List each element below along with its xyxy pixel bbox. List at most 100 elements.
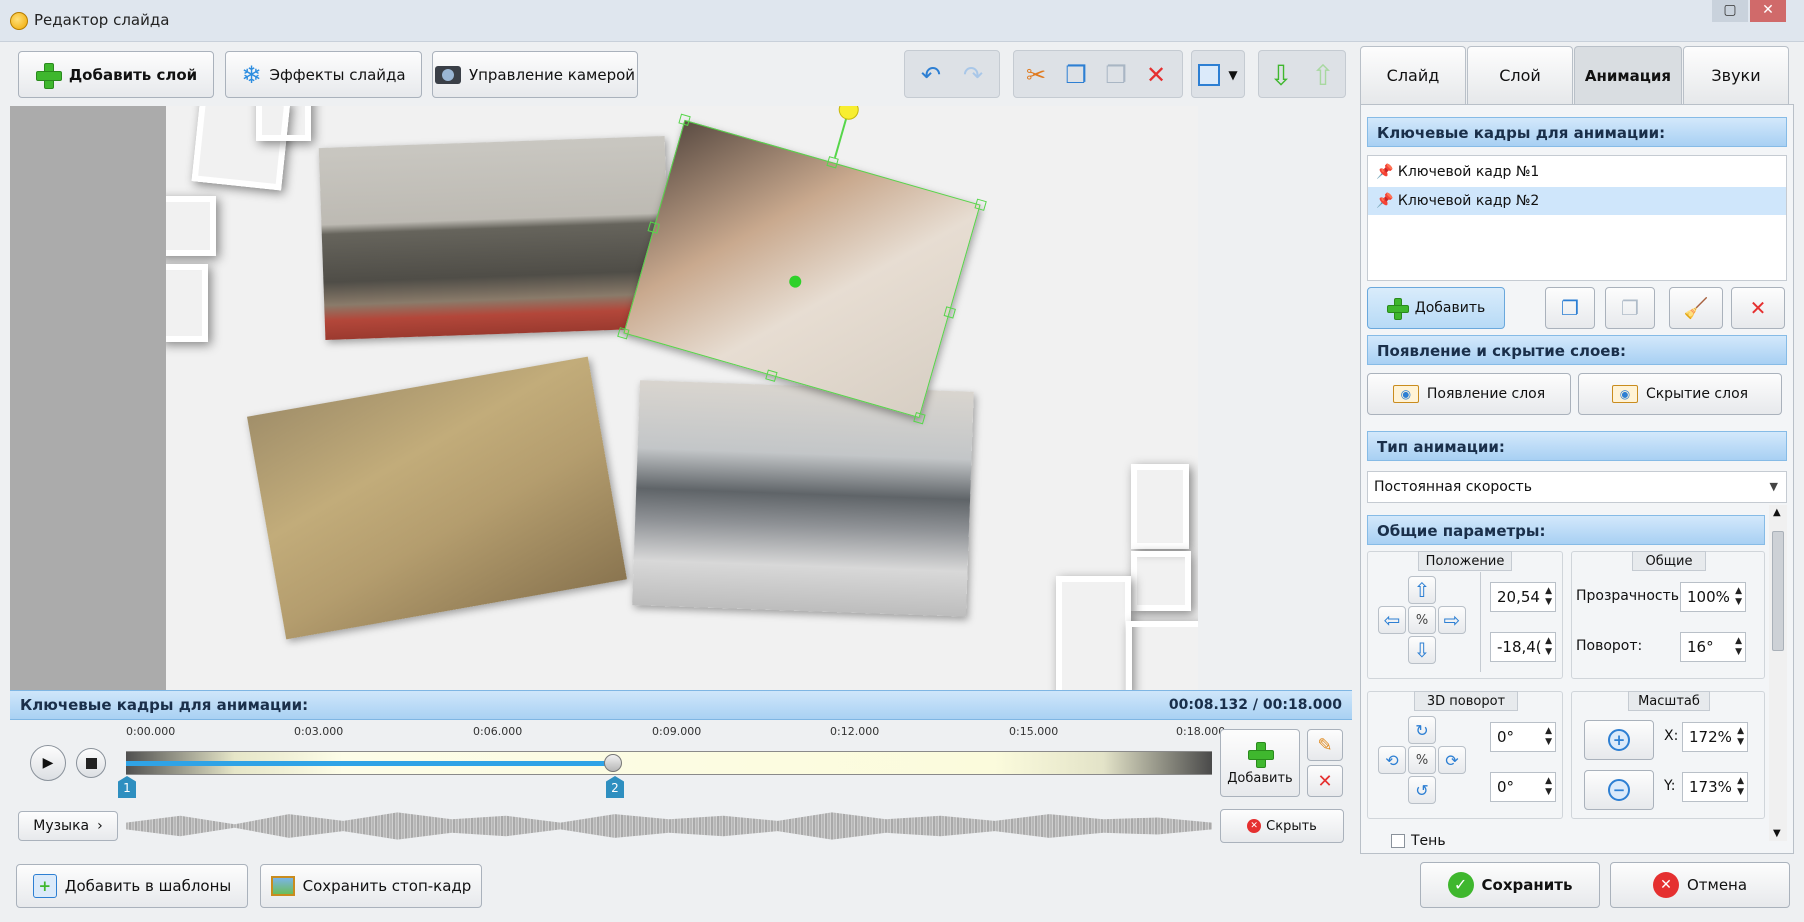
fit-screen-icon[interactable] [1194, 57, 1224, 93]
restore-button[interactable]: ▢ [1712, 0, 1748, 22]
resize-handle[interactable] [617, 327, 630, 340]
list-item[interactable]: 📌 Ключевой кадр №1 [1368, 158, 1786, 186]
opacity-label: Прозрачность: [1576, 588, 1684, 604]
add-keyframe-panel-button[interactable]: Добавить [1367, 287, 1505, 329]
hide-button[interactable]: ✕ Скрыть [1220, 809, 1344, 843]
position-y-input[interactable]: -18,4(▲ ▼ [1490, 632, 1556, 662]
rotate-x-down-icon[interactable]: ↺ [1408, 776, 1436, 804]
photo-couch[interactable] [318, 136, 672, 340]
resize-handle[interactable] [678, 113, 691, 127]
save-frame-button[interactable]: Сохранить стоп-кадр [260, 864, 482, 908]
spin-arrows-icon[interactable]: ▲ ▼ [1545, 636, 1552, 658]
delete-keyframe-button[interactable]: ✕ [1307, 765, 1343, 797]
spin-arrows-icon[interactable]: ▲ ▼ [1737, 776, 1744, 798]
rotate-3d-x-input[interactable]: 0° ▲ ▼ [1490, 722, 1556, 752]
copy-keyframe-button[interactable]: ❐ [1545, 287, 1595, 329]
cancel-button[interactable]: ✕ Отмена [1610, 862, 1790, 908]
undo-icon[interactable]: ↶ [913, 57, 949, 93]
move-down-icon[interactable]: ⇩ [1263, 57, 1299, 93]
keyframe-marker-1[interactable]: 1 [118, 776, 136, 798]
resize-handle[interactable] [765, 369, 778, 382]
play-button[interactable]: ▶ [30, 745, 66, 781]
stop-button[interactable] [76, 748, 106, 778]
canvas-area[interactable] [10, 106, 1198, 690]
camera-control-button[interactable]: Управление камерой [432, 51, 638, 98]
anim-type-select[interactable]: Постоянная скорость ▼ [1367, 471, 1787, 503]
add-keyframe-button[interactable]: Добавить [1220, 729, 1300, 797]
slide-effects-button[interactable]: ❄ Эффекты слайда [225, 51, 422, 98]
copy-icon[interactable]: ❐ [1058, 57, 1094, 93]
center-icon[interactable]: % [1408, 606, 1436, 634]
zoom-out-button[interactable]: − [1584, 770, 1654, 810]
paste-icon[interactable]: ❐ [1098, 57, 1134, 93]
selection-box[interactable] [617, 106, 987, 425]
spin-arrows-icon[interactable]: ▲ ▼ [1735, 586, 1742, 608]
opacity-input[interactable]: 100% ▲ ▼ [1680, 582, 1746, 612]
center-icon[interactable]: % [1408, 746, 1436, 774]
zoom-in-button[interactable]: + [1584, 720, 1654, 760]
tab-sounds[interactable]: Звуки [1683, 46, 1789, 104]
tab-layer[interactable]: Слой [1467, 46, 1573, 104]
spin-arrows-icon[interactable]: ▲ ▼ [1545, 586, 1552, 608]
arrow-down-icon[interactable]: ⇩ [1408, 636, 1436, 664]
layer-hide-button[interactable]: ◉ Скрытие слоя [1578, 373, 1782, 415]
redo-icon[interactable]: ↷ [955, 57, 991, 93]
chevron-down-icon: ▼ [1769, 480, 1778, 493]
delete-icon: ✕ [1749, 296, 1767, 320]
shadow-checkbox-row[interactable]: Тень [1391, 831, 1446, 851]
delete-icon[interactable]: ✕ [1138, 57, 1174, 93]
paste-keyframe-button[interactable]: ❐ [1605, 287, 1655, 329]
scroll-down-icon[interactable]: ▼ [1773, 828, 1781, 839]
rotation-input[interactable]: 16° ▲ ▼ [1680, 632, 1746, 662]
music-button[interactable]: Музыка › [18, 811, 118, 841]
keyframe-marker-2[interactable]: 2 [606, 776, 624, 798]
progress-bar [126, 761, 613, 766]
resize-handle[interactable] [943, 306, 956, 319]
position-x-input[interactable]: 20,54 ▲ ▼ [1490, 582, 1556, 612]
edit-keyframe-button[interactable]: ✎ [1307, 729, 1343, 761]
save-button[interactable]: ✓ Сохранить [1420, 862, 1600, 908]
resize-handle[interactable] [974, 198, 987, 211]
photo-family-field[interactable] [247, 356, 627, 640]
chevron-down-icon[interactable]: ▼ [1222, 57, 1244, 93]
slide-canvas[interactable] [166, 106, 1198, 690]
rotate-3d-y-input[interactable]: 0° ▲ ▼ [1490, 772, 1556, 802]
scale-x-input[interactable]: 172% ▲ ▼ [1682, 722, 1748, 752]
arrow-up-icon[interactable]: ⇧ [1408, 576, 1436, 604]
scroll-up-icon[interactable]: ▲ [1773, 507, 1781, 518]
delete-keyframe-panel-button[interactable]: ✕ [1731, 287, 1785, 329]
move-up-icon[interactable]: ⇧ [1305, 57, 1341, 93]
add-to-templates-button[interactable]: + Добавить в шаблоны [16, 864, 248, 908]
rotate-x-up-icon[interactable]: ↻ [1408, 716, 1436, 744]
layer-appear-button[interactable]: ◉ Появление слоя [1367, 373, 1571, 415]
cut-icon[interactable]: ✂ [1018, 57, 1054, 93]
window-title: Редактор слайда [34, 11, 170, 29]
tab-slide[interactable]: Слайд [1360, 46, 1466, 104]
panel-scrollbar[interactable]: ▲ ▼ [1769, 505, 1787, 841]
spin-arrows-icon[interactable]: ▲ ▼ [1545, 776, 1552, 798]
spin-arrows-icon[interactable]: ▲ ▼ [1735, 636, 1742, 658]
scroll-thumb[interactable] [1772, 531, 1784, 651]
rotate-y-left-icon[interactable]: ⟲ [1378, 746, 1406, 774]
shadow-checkbox[interactable] [1391, 834, 1405, 848]
close-button[interactable]: ✕ [1750, 0, 1786, 22]
rotate-y-right-icon[interactable]: ⟳ [1438, 746, 1466, 774]
playhead[interactable] [604, 754, 622, 772]
timeline-track[interactable] [126, 751, 1212, 775]
clear-keyframe-button[interactable]: 🧹 [1669, 287, 1723, 329]
arrow-right-icon[interactable]: ⇨ [1438, 606, 1466, 634]
add-layer-button[interactable]: Добавить слой [18, 51, 214, 98]
tick-label: 0:00.000 [126, 725, 176, 738]
list-item[interactable]: 📌 Ключевой кадр №2 [1368, 187, 1786, 215]
arrow-left-icon[interactable]: ⇦ [1378, 606, 1406, 634]
time-ruler: 0:00.000 0:03.000 0:06.000 0:09.000 0:12… [126, 721, 1225, 751]
tab-animation[interactable]: Анимация [1574, 46, 1682, 104]
scale-y-input[interactable]: 173% ▲ ▼ [1682, 772, 1748, 802]
rotate-handle[interactable] [836, 106, 862, 123]
keyframes-list[interactable]: 📌 Ключевой кадр №1 📌 Ключевой кадр №2 [1367, 155, 1787, 281]
resize-handle[interactable] [826, 156, 839, 169]
spin-arrows-icon[interactable]: ▲ ▼ [1737, 726, 1744, 748]
spin-arrows-icon[interactable]: ▲ ▼ [1545, 726, 1552, 748]
image-icon [270, 876, 295, 896]
anchor-point[interactable] [787, 274, 803, 290]
